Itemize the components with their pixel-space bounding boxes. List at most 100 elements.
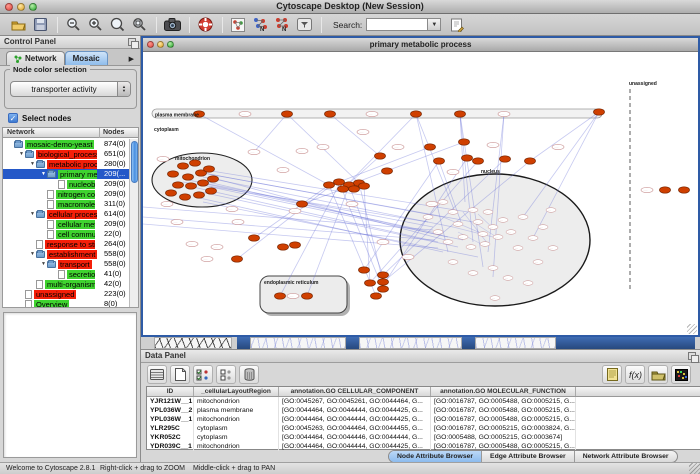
network-node-selected[interactable]	[302, 293, 313, 299]
network-resize-grip[interactable]	[687, 324, 697, 334]
tree-col-network[interactable]: Network	[7, 129, 35, 136]
network-node-selected[interactable]	[180, 194, 191, 200]
table-row[interactable]: YPL036W__1mitochondrion[GO:0044464, GO:0…	[147, 415, 700, 424]
background-window[interactable]	[250, 337, 346, 349]
network-node-selected[interactable]	[371, 293, 382, 299]
network-node-selected[interactable]	[232, 256, 243, 262]
tab-network[interactable]: Network	[6, 51, 65, 65]
tree-row[interactable]: ▼primary metabo209(...	[3, 169, 130, 179]
tree-row[interactable]: nucleobase-209(0)	[3, 179, 130, 189]
network-node-selected[interactable]	[183, 174, 194, 180]
tree-row[interactable]: response to stimulu264(0)	[3, 239, 130, 249]
network-node-selected[interactable]	[186, 183, 197, 189]
background-window[interactable]	[359, 337, 462, 349]
float-panel-icon[interactable]	[128, 38, 136, 46]
tree-row[interactable]: ▼metabolic process280(0)	[3, 159, 130, 169]
network-edge[interactable]	[193, 187, 438, 242]
network-node-selected[interactable]	[462, 155, 473, 161]
delete-attribute-icon[interactable]	[239, 365, 259, 384]
network-merge-icon[interactable]: N	[272, 16, 292, 34]
tree-row[interactable]: ▼establishment of lo558(0)	[3, 249, 130, 259]
network-canvas[interactable]: ········································…	[143, 52, 698, 335]
network-node-selected[interactable]	[359, 267, 370, 273]
network-node-selected[interactable]	[425, 144, 436, 150]
table-column-header[interactable]: _cellularLayoutRegion	[194, 387, 279, 396]
tree-row[interactable]: Overview8(0)	[3, 299, 130, 307]
tree-row[interactable]: ▼biological_process651(0)	[3, 149, 130, 159]
tree-row[interactable]: mosaic-demo-yeast874(0)	[3, 139, 130, 149]
attribute-table-icon[interactable]	[147, 365, 167, 384]
tree-scrollbar-thumb[interactable]	[131, 141, 138, 183]
network-node-selected[interactable]	[173, 182, 184, 188]
save-session-icon[interactable]	[30, 16, 50, 34]
network-edge[interactable]	[339, 147, 430, 182]
network-node-selected[interactable]	[378, 272, 389, 278]
network-node-selected[interactable]	[473, 158, 484, 164]
network-edge[interactable]	[254, 114, 287, 152]
network-edge[interactable]	[349, 142, 464, 185]
network-node-selected[interactable]	[198, 180, 209, 186]
help-ring-icon[interactable]	[195, 16, 215, 34]
tree-row[interactable]: multi-organism pro42(0)	[3, 279, 130, 289]
import-attributes-icon[interactable]	[648, 365, 668, 384]
network-node-selected[interactable]	[660, 187, 671, 193]
network-node-selected[interactable]	[375, 153, 386, 159]
zoom-in-icon[interactable]	[85, 16, 105, 34]
table-row[interactable]: YKR052Ccytoplasm[GO:0044464, GO:0044446,…	[147, 433, 700, 442]
attribute-matrix-icon[interactable]	[671, 365, 691, 384]
network-node-selected[interactable]	[168, 171, 179, 177]
network-node-selected[interactable]	[434, 158, 445, 164]
network-node-selected[interactable]	[204, 166, 215, 172]
tree-row[interactable]: macromolecule311(0)	[3, 199, 130, 209]
search-dropdown-button[interactable]: ▼	[428, 18, 441, 31]
network-node-selected[interactable]	[338, 186, 349, 192]
tree-disclosure-icon[interactable]: ▼	[40, 261, 47, 267]
tree-row[interactable]: ▼cellular process614(0)	[3, 209, 130, 219]
network-node-selected[interactable]	[334, 179, 345, 185]
network-node-selected[interactable]	[500, 156, 511, 162]
snapshot-camera-icon[interactable]	[162, 16, 182, 34]
new-attribute-icon[interactable]	[170, 365, 190, 384]
network-node-selected[interactable]	[275, 293, 286, 299]
notepad-icon[interactable]	[602, 365, 622, 384]
network-node-selected[interactable]	[455, 111, 466, 117]
tree-disclosure-icon[interactable]: ▼	[18, 151, 25, 157]
tree-row[interactable]: ▼transport558(0)	[3, 259, 130, 269]
tree-disclosure-icon[interactable]: ▼	[29, 211, 36, 217]
annotation-doc-icon[interactable]	[447, 16, 467, 34]
network-node-selected[interactable]	[411, 111, 422, 117]
network-node-selected[interactable]	[382, 168, 393, 174]
tab-edge-attribute-browser[interactable]: Edge Attribute Browser	[482, 451, 575, 462]
network-node-selected[interactable]	[365, 280, 376, 286]
table-column-header[interactable]: annotation.GO CELLULAR_COMPONENT	[279, 387, 431, 396]
table-row[interactable]: YPL036W__2plasma membrane[GO:0044464, GO…	[147, 406, 700, 415]
network-node-selected[interactable]	[459, 139, 470, 145]
select-nodes-checkbox[interactable]: ✓	[8, 113, 18, 123]
network-node-selected[interactable]	[282, 111, 293, 117]
tree-row[interactable]: cellular metabo209(0)	[3, 219, 130, 229]
network-node-selected[interactable]	[290, 242, 301, 248]
tab-node-attribute-browser[interactable]: Node Attribute Browser	[389, 451, 482, 462]
select-attributes-icon[interactable]	[193, 365, 213, 384]
network-edge[interactable]	[330, 114, 380, 156]
network-node-selected[interactable]	[166, 190, 177, 196]
network-node-selected[interactable]	[208, 176, 219, 182]
network-node-selected[interactable]	[525, 158, 536, 164]
network-node-selected[interactable]	[679, 187, 690, 193]
tree-disclosure-icon[interactable]: ▼	[29, 251, 36, 257]
network-edge[interactable]	[143, 217, 435, 240]
tree-row[interactable]: nitrogen compo209(0)	[3, 189, 130, 199]
tab-mosaic[interactable]: Mosaic	[65, 51, 108, 65]
zoom-selected-icon[interactable]	[129, 16, 149, 34]
network-node-selected[interactable]	[178, 163, 189, 169]
table-row[interactable]: YJR121W__1mitochondrion[GO:0045267, GO:0…	[147, 397, 700, 406]
network-edge[interactable]	[343, 114, 416, 189]
network-node-selected[interactable]	[249, 235, 260, 241]
zoom-fit-icon[interactable]	[107, 16, 127, 34]
unselect-attributes-icon[interactable]	[216, 365, 236, 384]
tree-row[interactable]: unassigned223(0)	[3, 289, 130, 299]
create-network-icon[interactable]	[228, 16, 248, 34]
table-row[interactable]: YLR295Ccytoplasm[GO:0045263, GO:0044464,…	[147, 424, 700, 433]
tree-row[interactable]: secretion41(0)	[3, 269, 130, 279]
network-edge[interactable]	[530, 112, 599, 161]
